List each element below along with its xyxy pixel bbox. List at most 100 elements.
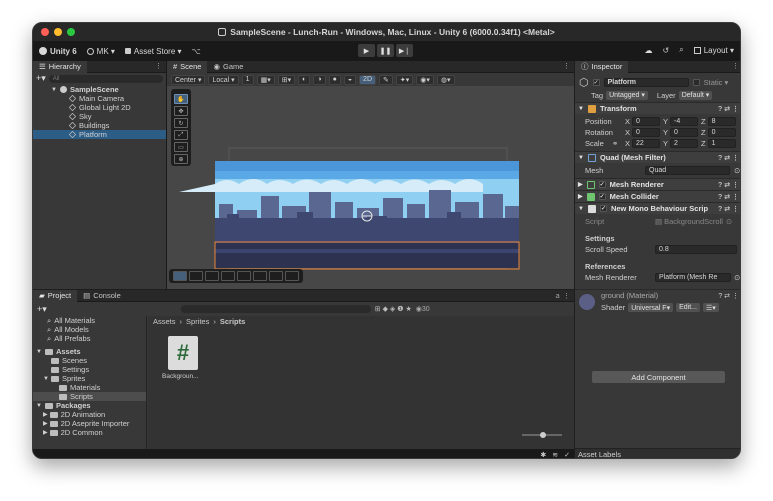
overlay-pick-icon[interactable] [269, 271, 283, 281]
filter-icons[interactable]: ⊞ ◆ ◈ ❶ ★ [375, 305, 412, 313]
asset-store-button[interactable]: Asset Store ▾ [124, 47, 182, 56]
snap-icon[interactable]: ⊞▾ [277, 74, 296, 85]
breadcrumb-assets[interactable]: Assets [153, 317, 176, 326]
mono-behaviour-header[interactable]: ▼ ✓ New Mono Behaviour Scrip ? ⇄ ⋮ [575, 202, 740, 214]
breadcrumb-sprites[interactable]: Sprites [186, 317, 209, 326]
tab-console[interactable]: ▤ Console [77, 290, 127, 302]
rotation-x-field[interactable]: 0 [632, 127, 661, 137]
rotate-tool-icon[interactable]: ↻ [174, 118, 188, 128]
overlay-shuffle-icon[interactable] [285, 271, 299, 281]
project-item-assets[interactable]: ▼ Assets [33, 347, 146, 356]
scale-tool-icon[interactable]: ⤢ [174, 130, 188, 140]
add-icon[interactable]: +▾ [36, 73, 46, 84]
position-z-field[interactable]: 8 [707, 116, 736, 126]
mesh-collider-checkbox[interactable]: ✓ [598, 193, 606, 200]
component-menu-icon[interactable]: ? ⇄ ⋮ [718, 154, 739, 162]
tag-dropdown[interactable]: Untagged ▾ [606, 90, 648, 100]
check-icon[interactable]: ✓ [564, 451, 570, 458]
cloud-icon[interactable]: ☁ [645, 46, 653, 55]
project-item-2d-common[interactable]: ▶ 2D Common [33, 428, 146, 437]
close-window-button[interactable] [41, 28, 49, 36]
move-tool-icon[interactable]: ✥ [174, 106, 188, 116]
pivot-dropdown[interactable]: Center ▾ [171, 74, 206, 85]
search-icon[interactable]: ⌕ [679, 45, 683, 55]
scale-x-field[interactable]: 22 [632, 138, 661, 148]
overlay-zoom-icon[interactable] [253, 271, 267, 281]
mesh-renderer-checkbox[interactable]: ✓ [598, 181, 606, 188]
layers-icon[interactable]: ≋ [552, 451, 558, 458]
effects-icon[interactable]: ✦▾ [395, 74, 414, 85]
transform-header[interactable]: ▼ Transform ? ⇄ ⋮ [575, 102, 740, 114]
mesh-field[interactable]: Quad [645, 165, 730, 175]
render-icon[interactable]: ◒ [343, 74, 357, 85]
add-asset-icon[interactable]: +▾ [37, 304, 47, 315]
layer-dropdown[interactable]: Default ▾ [678, 90, 713, 100]
object-name-field[interactable]: Platform [603, 77, 689, 87]
visibility-icon[interactable]: ◉▾ [416, 74, 434, 85]
active-checkbox[interactable]: ✓ [592, 78, 600, 86]
zoom-slider-handle[interactable] [540, 432, 546, 438]
link-icon[interactable]: ⚭ [612, 139, 625, 148]
step-button[interactable]: ▶❘ [396, 44, 413, 57]
bug-icon[interactable]: ✱ [540, 451, 546, 458]
tree-item-samplescene[interactable]: ▼ SampleScene [33, 85, 166, 94]
component-menu-icon[interactable]: ? ⇄ ⋮ [718, 105, 739, 113]
overlay-fill-icon[interactable] [237, 271, 251, 281]
csharp-script-icon[interactable]: # [168, 336, 198, 370]
tab-game[interactable]: ◉ Game [207, 61, 249, 73]
pause-button[interactable]: ❚❚ [377, 44, 394, 57]
script-file-label[interactable]: Backgroun... [162, 373, 199, 380]
static-dropdown[interactable]: Static ▾ [704, 78, 729, 87]
project-item-2d-animation[interactable]: ▶ 2D Animation [33, 410, 146, 419]
project-item-2d-aseprite[interactable]: ▶ 2D Aseprite Importer [33, 419, 146, 428]
project-item-all-prefabs[interactable]: ⌕ All Prefabs [33, 334, 146, 344]
hierarchy-search-input[interactable]: All [48, 74, 163, 83]
component-menu-icon[interactable]: ? ⇄ ⋮ [718, 205, 739, 213]
panel-menu-icon[interactable]: ａ ⋮ [554, 291, 570, 301]
mono-behaviour-checkbox[interactable]: ✓ [599, 205, 607, 212]
mesh-filter-header[interactable]: ▼ Quad (Mesh Filter) ? ⇄ ⋮ [575, 151, 740, 163]
project-item-scripts[interactable]: Scripts [33, 392, 146, 401]
hand-tool-icon[interactable]: ✋ [174, 94, 188, 104]
grid-toggle-icon[interactable]: ▦▾ [256, 74, 275, 85]
scale-z-field[interactable]: 1 [707, 138, 736, 148]
scene-viewport[interactable]: ✋ ✥ ↻ ⤢ ▭ ⊕ [167, 86, 574, 289]
maximize-window-button[interactable] [67, 28, 75, 36]
project-search-input[interactable] [180, 305, 371, 313]
static-checkbox[interactable] [692, 78, 700, 86]
overlay-brush-icon[interactable] [189, 271, 203, 281]
play-button[interactable]: ▶ [358, 44, 375, 57]
project-item-packages[interactable]: ▼ Packages [33, 401, 146, 410]
overlay-hand-icon[interactable] [173, 271, 187, 281]
tree-item-global-light[interactable]: Global Light 2D [33, 103, 166, 112]
unity-menu-button[interactable]: Unity 6 [39, 47, 77, 56]
account-button[interactable]: MK ▾ [86, 47, 115, 56]
edit-shader-button[interactable]: Edit... [676, 303, 701, 312]
tree-item-main-camera[interactable]: Main Camera [33, 94, 166, 103]
audio-icon[interactable]: ✎ [379, 74, 393, 85]
project-item-sprites[interactable]: ▼ Sprites [33, 374, 146, 383]
minimize-window-button[interactable] [54, 28, 62, 36]
lighting-icon[interactable]: ● [328, 74, 341, 85]
shading-icon[interactable]: ◑ [313, 74, 326, 85]
space-dropdown[interactable]: Local ▾ [208, 74, 239, 85]
history-icon[interactable]: ↺ [663, 46, 670, 55]
panel-menu-icon[interactable]: ⋮ [732, 62, 739, 70]
panel-menu-icon[interactable]: ⋮ [563, 62, 570, 70]
tree-item-platform[interactable]: Platform [33, 130, 166, 139]
mode-2d-toggle[interactable]: 2D [359, 74, 376, 85]
tab-scene[interactable]: # Scene [167, 60, 208, 73]
shader-dropdown[interactable]: Universal F▾ [628, 303, 674, 312]
breadcrumb-scripts[interactable]: Scripts [220, 317, 245, 326]
object-picker-icon[interactable]: ⊙ [734, 166, 740, 175]
component-menu-icon[interactable]: ? ⇄ ⋮ [718, 193, 739, 201]
layout-dropdown[interactable]: Layout ▾ [693, 46, 734, 55]
rect-tool-icon[interactable]: ▭ [174, 142, 188, 152]
project-item-settings[interactable]: Settings [33, 365, 146, 374]
add-component-button[interactable]: Add Component [592, 371, 725, 383]
scale-y-field[interactable]: 2 [670, 138, 699, 148]
shader-menu-icon[interactable]: ☰▾ [703, 303, 719, 312]
rotation-z-field[interactable]: 0 [707, 127, 736, 137]
mesh-collider-header[interactable]: ▶ ✓ Mesh Collider ? ⇄ ⋮ [575, 190, 740, 202]
rotation-y-field[interactable]: 0 [670, 127, 699, 137]
